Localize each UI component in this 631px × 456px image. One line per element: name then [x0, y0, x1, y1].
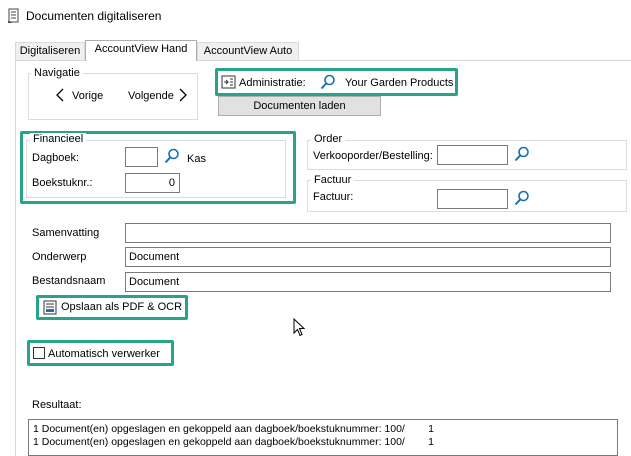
prev-label[interactable]: Vorige [72, 90, 103, 102]
title-bar: Documenten digitaliseren [0, 0, 631, 32]
chevron-left-icon [56, 88, 64, 102]
tab-accountview-auto[interactable]: AccountView Auto [197, 42, 299, 61]
factuur-legend: Factuur [311, 174, 355, 186]
save-pdf-icon [43, 300, 57, 318]
administratie-value: Your Garden Products [345, 77, 454, 89]
result-line: 1 Document(en) opgeslagen en gekoppeld a… [33, 436, 435, 448]
bestandsnaam-label: Bestandsnaam [32, 275, 106, 287]
dagboek-input[interactable] [125, 147, 158, 167]
window-title: Documenten digitaliseren [26, 9, 162, 23]
auto-checkbox[interactable] [33, 347, 45, 359]
result-line: 1 Document(en) opgeslagen en gekoppeld a… [33, 423, 435, 435]
order-legend: Order [311, 133, 346, 145]
factuur-search-icon[interactable] [514, 190, 530, 209]
documenten-laden-button[interactable]: Documenten laden [218, 96, 381, 116]
cursor-icon [293, 317, 306, 340]
tab-bar: Digitaliseren AccountView Hand AccountVi… [15, 40, 631, 61]
dagboek-name: Kas [187, 153, 206, 165]
order-label: Verkooporder/Bestelling: [313, 150, 433, 162]
financieel-legend: Financieel [30, 133, 87, 145]
dagboek-label: Dagboek: [32, 152, 80, 164]
chevron-right-icon [179, 88, 187, 102]
search-icon[interactable] [320, 74, 336, 93]
factuur-label: Factuur: [313, 191, 354, 203]
order-input[interactable] [437, 145, 508, 165]
tab-accountview-hand[interactable]: AccountView Hand [85, 40, 197, 61]
samenvatting-label: Samenvatting [32, 227, 100, 239]
next-label[interactable]: Volgende [128, 90, 174, 102]
samenvatting-input[interactable] [125, 223, 611, 243]
factuur-input[interactable] [437, 189, 508, 209]
tab-digitaliseren[interactable]: Digitaliseren [15, 42, 85, 61]
save-pdf-ocr-button[interactable]: Opslaan als PDF & OCR [40, 298, 184, 317]
bestandsnaam-input[interactable]: Document [125, 272, 611, 292]
dagboek-search-icon[interactable] [164, 148, 180, 167]
app-icon [7, 8, 21, 27]
boekstuk-input[interactable]: 0 [125, 173, 180, 193]
navigatie-legend: Navigatie [31, 67, 83, 79]
order-search-icon[interactable] [514, 146, 530, 165]
resultaat-box[interactable]: 1 Document(en) opgeslagen en gekoppeld a… [28, 419, 618, 456]
next-button[interactable] [178, 88, 188, 105]
resultaat-label: Resultaat: [32, 399, 82, 411]
auto-label[interactable]: Automatisch verwerker [48, 348, 160, 360]
admin-icon [221, 75, 236, 92]
onderwerp-label: Onderwerp [32, 251, 87, 263]
save-pdf-ocr-label: Opslaan als PDF & OCR [61, 301, 183, 313]
administratie-label: Administratie: [239, 77, 306, 89]
onderwerp-input[interactable]: Document [125, 247, 611, 267]
boekstuk-label: Boekstuknr.: [32, 177, 93, 189]
prev-button[interactable] [55, 88, 65, 105]
